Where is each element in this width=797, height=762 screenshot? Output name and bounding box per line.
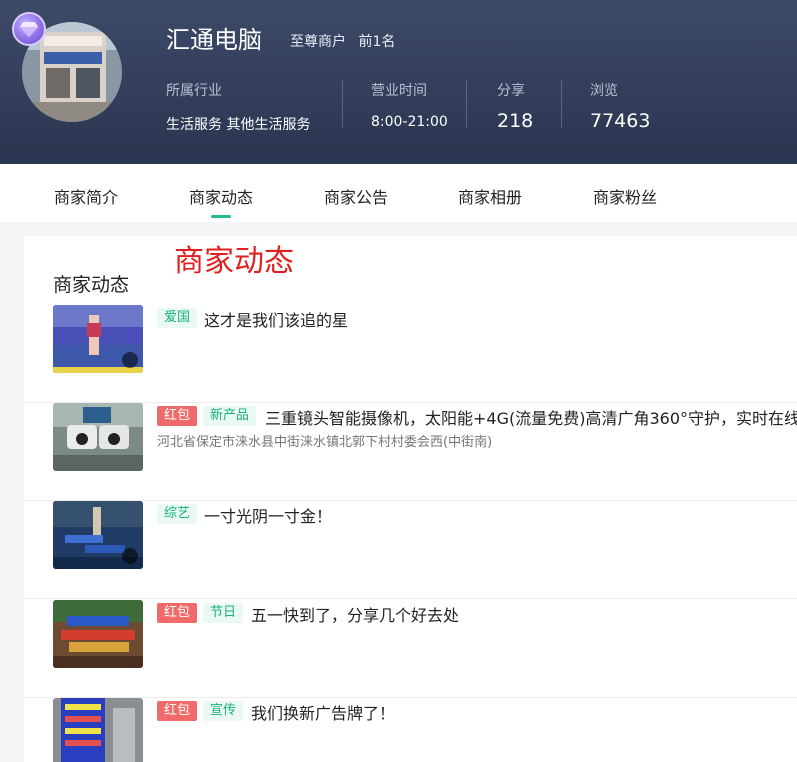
feed-tags: 红包 节日 [157,603,249,623]
stat-value: 8:00-21:00 [371,114,448,130]
stat-divider [561,80,562,128]
feed-thumbnail[interactable] [53,600,143,668]
tag-red-packet: 红包 [157,701,198,721]
stat-divider [466,80,467,128]
feed-thumbnail[interactable] [53,698,143,762]
tab-intro[interactable]: 商家简介 [54,184,118,208]
tab-news[interactable]: 商家动态 [189,184,253,218]
diamond-badge-icon [12,12,46,46]
feed-item[interactable]: 红包 宣传 我们换新广告牌了！ [24,698,797,762]
section-title: 商家动态 [53,274,130,296]
stat-value: 77463 [590,110,651,132]
play-icon [122,548,138,564]
feed-item[interactable]: 红包 节日 五一快到了，分享几个好去处 [24,600,797,698]
play-icon [122,352,138,368]
stat-label: 浏览 [590,83,618,99]
stat-industry: 所属行业 生活服务 其他生活服务 [166,80,310,134]
stat-hours: 营业时间 8:00-21:00 [371,80,448,130]
feed-thumbnail[interactable] [53,501,143,569]
feed-divider [24,598,797,599]
shop-level-tag: 至尊商户 [290,34,346,50]
stat-value: 生活服务 其他生活服务 [166,117,311,133]
shop-name: 汇通电脑 [166,26,262,54]
stat-divider [342,80,343,128]
overlay-annotation: 商家动态 [174,244,294,279]
feed-thumbnail[interactable] [53,305,143,373]
shop-rank-tag: 前1名 [358,34,396,50]
tag-holiday: 节日 [203,603,244,623]
feed-thumbnail[interactable] [53,403,143,471]
feed-item[interactable]: 爱国 这才是我们该追的星 [24,305,797,403]
stat-shares: 分享 218 [497,80,533,132]
stat-label: 营业时间 [371,83,427,99]
stat-views: 浏览 77463 [590,80,650,132]
shop-header: 汇通电脑 至尊商户 前1名 所属行业 生活服务 其他生活服务 营业时间 8:00… [0,0,797,164]
feed-title[interactable]: 三重镜头智能摄像机，太阳能+4G(流量免费)高清广角360°守护，实时在线！ [265,405,797,429]
tag-red-packet: 红包 [157,406,198,426]
stat-label: 所属行业 [166,83,222,99]
feed-tags: 爱国 [157,308,203,328]
tag-variety: 综艺 [157,504,198,524]
feed-tags: 红包 宣传 [157,701,249,721]
feed-tags: 红包 新产品 [157,406,262,426]
feed-item[interactable]: 综艺 一寸光阴一寸金！ [24,501,797,599]
tab-bar: 商家简介 商家动态 商家公告 商家相册 商家粉丝 [0,164,797,222]
tag-patriotic: 爱国 [157,308,198,328]
page-root: 汇通电脑 至尊商户 前1名 所属行业 生活服务 其他生活服务 营业时间 8:00… [0,0,797,762]
feed-tags: 综艺 [157,504,203,524]
tag-new-product: 新产品 [203,406,257,426]
tab-notice[interactable]: 商家公告 [324,184,388,208]
tab-album[interactable]: 商家相册 [458,184,522,208]
feed-title[interactable]: 这才是我们该追的星 [204,307,348,331]
tag-promotion: 宣传 [203,701,244,721]
stat-label: 分享 [497,83,525,99]
stat-value: 218 [497,110,534,132]
shop-tags: 至尊商户 前1名 [290,31,403,51]
tag-red-packet: 红包 [157,603,198,623]
feed-title[interactable]: 一寸光阴一寸金！ [204,503,332,527]
tab-fans[interactable]: 商家粉丝 [593,184,657,208]
feed-address: 河北省保定市涞水县中街涞水镇北郭下村村委会西(中街南) [157,435,493,450]
feed-item[interactable]: 红包 新产品 三重镜头智能摄像机，太阳能+4G(流量免费)高清广角360°守护，… [24,403,797,501]
feed-title[interactable]: 五一快到了，分享几个好去处 [251,602,459,626]
feed-title[interactable]: 我们换新广告牌了！ [251,700,395,724]
